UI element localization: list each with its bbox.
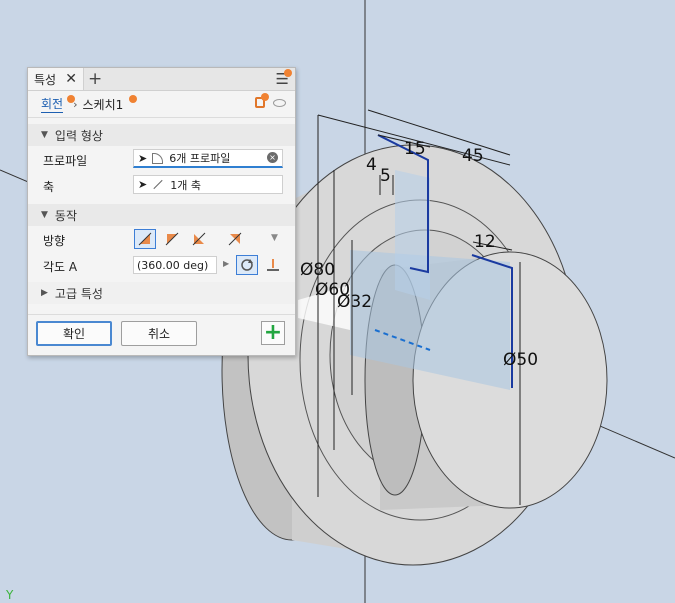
axis-row: 축 ➤ 1개 축 <box>28 172 295 198</box>
panel-tabbar: 특성 ✕ + ☰ <box>28 68 295 91</box>
direction-label: 방향 <box>43 234 66 248</box>
tab-label: 특성 <box>34 72 57 87</box>
badge-dot <box>284 69 292 77</box>
section-label: 동작 <box>54 208 78 223</box>
expand-triangle-icon: ▶ <box>41 288 48 298</box>
angle-input[interactable]: (360.00 deg) <box>133 256 217 274</box>
dim-45[interactable]: 45 <box>462 146 484 166</box>
profile-value: 6개 프로파일 <box>169 152 231 165</box>
breadcrumb-sketch[interactable]: 스케치1 <box>83 96 124 113</box>
axis-indicator-y: Y <box>6 588 14 602</box>
angle-value: (360.00 deg) <box>137 258 209 272</box>
section-behavior[interactable]: ▼ 동작 <box>28 204 295 226</box>
add-tab-icon[interactable]: + <box>88 69 102 89</box>
dim-5[interactable]: 5 <box>380 166 391 186</box>
profile-selector[interactable]: ➤ 6개 프로파일 × <box>133 149 283 168</box>
direction-default-button[interactable] <box>134 229 156 249</box>
angle-row: 각도 A (360.00 deg) ▶ <box>28 252 295 278</box>
properties-panel: 특성 ✕ + ☰ 회전 › 스케치1 ▼ 입력 형상 프로파일 ➤ 6개 프로파… <box>27 67 296 356</box>
dim-15[interactable]: 15 <box>404 139 426 159</box>
angle-label: 각도 A <box>43 260 78 274</box>
collapse-triangle-icon: ▼ <box>41 130 48 140</box>
axis-selector[interactable]: ➤ 1개 축 <box>133 175 283 194</box>
breadcrumb: 회전 › 스케치1 <box>28 91 295 118</box>
dialog-buttons: 확인 취소 + <box>28 314 295 355</box>
direction-flipped-button[interactable] <box>161 229 183 249</box>
dim-diameter-32[interactable]: Ø32 <box>337 292 372 312</box>
section-label: 입력 형상 <box>54 128 103 143</box>
section-label: 고급 특성 <box>54 286 103 301</box>
badge-dot <box>129 95 137 103</box>
badge-dot <box>67 95 75 103</box>
axis-label: 축 <box>43 180 55 194</box>
to-button[interactable] <box>262 255 284 275</box>
profile-shape-icon <box>152 152 164 164</box>
angle-menu-arrow-icon[interactable]: ▶ <box>223 259 229 268</box>
section-input-geometry[interactable]: ▼ 입력 형상 <box>28 124 295 146</box>
cancel-button[interactable]: 취소 <box>121 321 197 346</box>
section-advanced[interactable]: ▶ 고급 특성 <box>28 282 295 304</box>
axis-line-icon <box>153 179 163 190</box>
badge-dot <box>261 93 269 101</box>
collapse-triangle-icon: ▼ <box>41 210 48 220</box>
ok-button[interactable]: 확인 <box>36 321 112 346</box>
axis-value: 1개 축 <box>170 178 201 192</box>
profile-row: 프로파일 ➤ 6개 프로파일 × <box>28 146 295 172</box>
select-cursor-icon: ➤ <box>138 178 148 191</box>
direction-symmetric-button[interactable] <box>188 229 210 249</box>
select-cursor-icon: ➤ <box>138 151 148 165</box>
tab-properties[interactable]: 특성 ✕ <box>28 68 84 90</box>
apply-plus-icon[interactable]: + <box>261 321 285 345</box>
direction-asymmetric-button[interactable] <box>224 229 246 249</box>
full-revolution-button[interactable] <box>236 255 258 275</box>
chevron-down-icon[interactable]: ▼ <box>271 233 278 243</box>
direction-row: 방향 ▼ <box>28 226 295 252</box>
breadcrumb-revolve[interactable]: 회전 <box>41 95 64 113</box>
close-icon[interactable]: ✕ <box>65 71 77 87</box>
dim-4[interactable]: 4 <box>366 155 377 175</box>
dim-diameter-50[interactable]: Ø50 <box>503 350 538 370</box>
visibility-eye-icon[interactable] <box>273 99 286 107</box>
dim-diameter-80[interactable]: Ø80 <box>300 260 335 280</box>
profile-label: 프로파일 <box>43 154 88 168</box>
dim-12[interactable]: 12 <box>474 232 496 252</box>
clear-selection-icon[interactable]: × <box>267 152 278 163</box>
